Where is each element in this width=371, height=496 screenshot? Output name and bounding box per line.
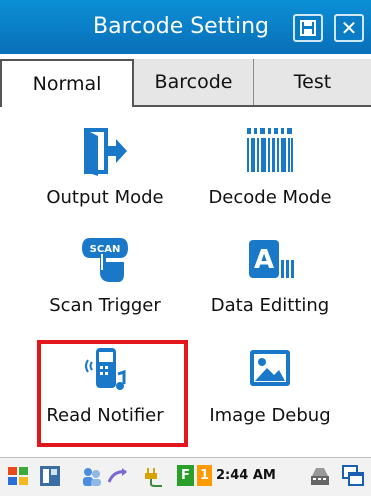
scan-trigger-label: Scan Trigger (49, 295, 161, 316)
title-bar: Barcode Setting ✕ (0, 0, 371, 54)
window-title: Barcode Setting (93, 14, 269, 39)
app-window-icon[interactable] (38, 464, 62, 488)
input-mode-badge: 1 (197, 465, 212, 486)
tab-barcode[interactable]: Barcode (134, 59, 254, 105)
barcode-icon (247, 128, 293, 172)
image-debug-label: Image Debug (209, 405, 331, 426)
decode-mode-button[interactable]: Decode Mode (185, 126, 355, 226)
users-icon[interactable] (80, 464, 104, 488)
windows-start-icon[interactable] (6, 464, 30, 488)
function-key-badge: F (177, 465, 194, 486)
switch-windows-icon[interactable] (341, 464, 365, 488)
close-icon: ✕ (340, 16, 358, 40)
data-editing-icon: A (249, 240, 294, 278)
keyboard-icon[interactable] (308, 464, 332, 488)
power-plug-icon[interactable] (142, 464, 166, 488)
save-button[interactable] (293, 14, 323, 42)
data-editing-label: Data Editting (210, 295, 330, 316)
output-mode-label: Output Mode (46, 187, 164, 208)
save-icon (300, 20, 316, 36)
data-editing-button[interactable]: A Data Editting (185, 234, 355, 334)
tab-bar: Normal Barcode Test (0, 59, 371, 107)
image-debug-button[interactable]: Image Debug (185, 344, 355, 444)
tab-normal[interactable]: Normal (0, 59, 134, 107)
decode-mode-label: Decode Mode (208, 187, 332, 208)
clock[interactable]: 2:44 AM (216, 468, 276, 483)
taskbar: F 1 2:44 AM (0, 457, 371, 496)
close-button[interactable]: ✕ (334, 14, 364, 42)
selection-highlight (37, 340, 188, 447)
output-mode-button[interactable]: Output Mode (20, 126, 190, 226)
sync-icon[interactable] (106, 464, 130, 488)
tab-test[interactable]: Test (254, 59, 371, 105)
scan-trigger-button[interactable]: SCAN Scan Trigger (20, 234, 190, 334)
image-debug-icon (250, 350, 290, 386)
output-mode-icon (84, 128, 127, 176)
scan-trigger-icon: SCAN (82, 238, 128, 282)
svg-text:A: A (254, 245, 274, 275)
